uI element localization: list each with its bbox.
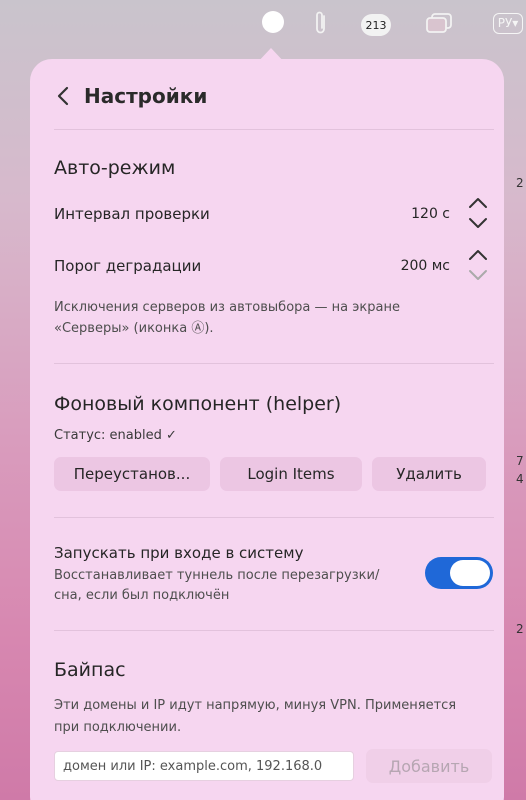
chevron-up-icon[interactable] [467,195,489,213]
divider [54,630,494,631]
launch-at-login-toggle[interactable] [425,557,493,589]
chevron-up-icon[interactable] [467,247,489,265]
reinstall-button[interactable]: Переустанов... [54,457,210,491]
background-text: 2 [516,622,524,636]
degradation-value: 200 мс [400,258,450,274]
login-items-button[interactable]: Login Items [220,457,362,491]
check-interval-stepper[interactable] [464,195,492,233]
divider [54,129,494,130]
check-interval-label: Интервал проверки [54,205,210,223]
notification-count: 213 [365,18,387,32]
chevron-down-icon[interactable] [467,215,489,233]
delete-button[interactable]: Удалить [372,457,486,491]
auto-mode-title: Авто-режим [54,157,176,179]
background-text: 4 [516,472,524,486]
background-text: 7 [516,454,524,468]
launch-at-login-label: Запускать при входе в систему [54,544,304,562]
bypass-note: Эти домены и IP идут напрямую, минуя VPN… [54,698,457,735]
chevron-down-icon[interactable] [467,267,489,285]
back-button[interactable] [52,81,74,111]
add-button[interactable]: Добавить [366,749,492,783]
input-language-menu[interactable]: РУ▾ [490,10,526,36]
helper-title: Фоновый компонент (helper) [54,393,342,415]
bypass-title: Байпас [54,659,126,681]
vpn-status-dot-icon[interactable] [262,11,284,33]
toggle-knob [450,560,490,586]
settings-popover: Настройки Авто-режим Интервал проверки 1… [30,59,504,800]
divider [54,517,494,518]
degradation-stepper[interactable] [464,247,492,285]
header: Настройки [52,81,207,111]
auto-mode-note: Исключения серверов из автовыбора — на э… [54,300,400,336]
windows-icon[interactable] [423,10,455,36]
paperclip-icon[interactable] [310,9,332,37]
page-title: Настройки [84,84,208,108]
cloud-badge-icon[interactable]: 213 [360,12,392,38]
bypass-domain-input[interactable] [54,751,354,781]
launch-at-login-note: Восстанавливает туннель после перезагруз… [54,568,380,603]
helper-status: Статус: enabled ✓ [54,428,177,443]
chevron-left-icon [57,86,69,106]
background-text: 2 [516,176,524,190]
check-interval-value: 120 с [411,206,450,222]
language-label: РУ [497,15,513,30]
degradation-label: Порог деградации [54,257,202,275]
menu-bar: 213 РУ▾ [0,0,526,48]
divider [54,363,494,364]
